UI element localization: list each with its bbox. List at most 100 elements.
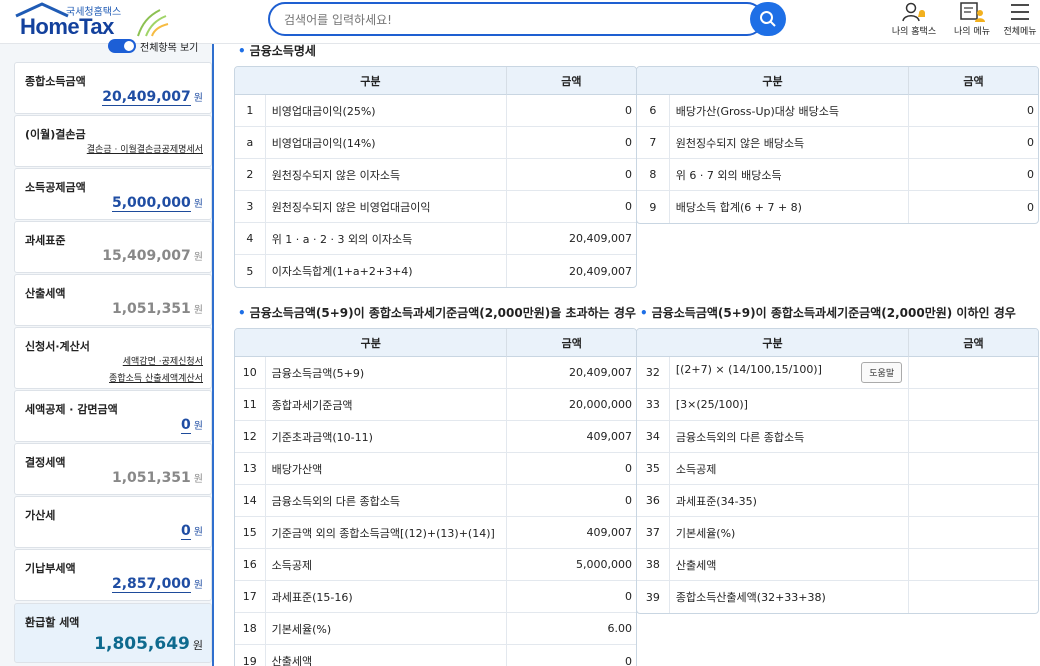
row-no: 14 [235,485,266,517]
card-title: (이월)결손금 [25,128,86,141]
help-button[interactable]: 도움말 [861,361,903,383]
row-no: 18 [235,613,266,645]
table-row: 11 종합과세기준금액 20,000,000 [235,389,636,421]
row-amount: 0 [506,95,636,127]
top-header: 국세청홈택스 HomeTax 나의 홈택스 [0,0,1040,44]
row-label: [3×(25/100)] [669,389,910,421]
row-no: 1 [235,95,266,127]
search-input[interactable] [284,11,724,29]
all-menu-button[interactable]: 전체메뉴 [994,0,1040,40]
row-no: 16 [235,549,266,581]
row-label: 원천징수되지 않은 이자소득 [265,159,507,191]
card-title: 소득공제금액 [25,181,86,194]
card-title: 신청서·계산서 [25,340,90,353]
row-no: 38 [637,549,670,581]
search-box [268,2,764,36]
row-no: 15 [235,517,266,549]
row-label: 소득공제 [669,453,910,485]
row-amount [909,453,1038,485]
table-row: 2 원천징수되지 않은 이자소득 0 [235,159,636,191]
row-amount: 6.00 [507,613,636,645]
all-menu-label: 전체메뉴 [1003,27,1037,37]
row-amount: 0 [506,159,636,191]
row-label: 원천징수되지 않은 비영업대금이익 [265,191,507,223]
card-value[interactable]: 20,409,007 원 [102,89,203,106]
loss-statement-link[interactable]: 결손금 · 이월결손금공제명세서 [87,142,203,155]
row-label: 비영업대금이익(25%) [265,95,507,127]
card-value[interactable]: 2,857,000 원 [111,576,203,593]
my-hometax-label: 나의 홈택스 [891,27,937,37]
row-amount: 409,007 [507,517,636,549]
row-no: 32 [637,357,670,389]
view-all-toggle-row: 전체항목 보기 [108,39,198,54]
table-row: 18 기본세율(%) 6.00 [235,613,636,645]
row-amount [909,517,1038,549]
row-label: 금융소득금액(5+9) [265,357,508,389]
row-amount: 0 [1027,200,1034,214]
row-amount: 0 [625,654,632,666]
financial-income-table-left: 구분 금액 1 비영업대금이익(25%) 0 a 비영업대금이익(14%) 0 2 원천징… [234,66,637,288]
search-button[interactable] [750,2,786,36]
row-label: 종합소득산출세액(32+33+38) [670,581,910,613]
row-label: 위 1 · a · 2 · 3 외의 이자소득 [265,223,507,255]
view-all-toggle[interactable] [108,39,136,53]
table-row: 34 금융소득외의 다른 종합소득 [637,421,1038,453]
table-row: 8위 6 · 7 외의 배당소득 0 [637,159,1038,191]
summary-card-tax-base: 과세표준 15,409,007 원 [14,221,212,273]
summary-card-prepaid-tax[interactable]: 기납부세액 2,857,000 원 [14,549,212,601]
summary-card-income[interactable]: 종합소득금액 20,409,007 원 [14,62,212,114]
col-header-amount: 금액 [507,329,636,357]
row-no: 13 [235,453,266,485]
row-no: 17 [235,581,266,613]
col-header-amount: 금액 [506,67,636,95]
table-row: 6 배당가산(Gross-Up)대상 배당소득 0 [637,95,1038,127]
card-value: 1,051,351 원 [111,301,203,317]
row-label: 배당가산액 [265,453,508,485]
section-title-exceeds-threshold: 금융소득금액(5+9)이 종합소득과세기준금액(2,000만원)을 초과하는 경… [238,304,636,321]
row-amount [909,581,1038,613]
card-value[interactable]: 0원 [181,417,203,434]
row-amount: 20,409,007 [506,223,636,255]
hometax-logo[interactable]: 국세청홈택스 HomeTax [8,2,169,40]
row-amount: 0 [506,191,636,223]
search-bar [268,2,786,36]
table-row: 14 금융소득외의 다른 종합소득 0 [235,485,636,517]
reduction-credit-application-link[interactable]: 세액감면 ·공제신청서 [123,354,203,367]
row-amount: 20,000,000 [507,389,636,421]
row-label: [(2+7) × (14/100,15/100)] 도움말 [669,357,910,389]
table-row: 12 기준초과금액(10-11) 409,007 [235,421,636,453]
row-amount: 0 [909,127,1038,159]
summary-card-tax-credit[interactable]: 세액공제 · 감면금액 0원 [14,390,212,442]
row-no: 5 [235,255,266,287]
col-header-category: 구분 [637,329,910,357]
row-label: 배당가산(Gross-Up)대상 배당소득 [669,95,910,127]
calculated-tax-statement-link[interactable]: 종합소득 산출세액계산서 [109,371,203,384]
row-label: 금융소득외의 다른 종합소득 [669,421,910,453]
col-header-amount: 금액 [909,329,1038,357]
section-title-below-threshold: 금융소득금액(5+9)이 종합소득과세기준금액(2,000만원) 이하인 경우 [640,304,1016,321]
card-value[interactable]: 5,000,000 원 [111,195,203,212]
card-value: 15,409,007 원 [102,248,203,264]
table-row: 3 원천징수되지 않은 비영업대금이익 0 [235,191,636,223]
my-hometax-button[interactable]: 나의 홈택스 [886,0,942,40]
row-no: 11 [235,389,266,421]
summary-card-deduction[interactable]: 소득공제금액 5,000,000 원 [14,168,212,220]
table-row: 16 소득공제 5,000,000 [235,549,636,581]
row-no: 36 [637,485,670,517]
card-title: 세액공제 · 감면금액 [25,403,118,416]
row-no: 8 [637,159,670,191]
table-row: 5 이자소득합계(1+a+2+3+4) 20,409,007 [235,255,636,287]
summary-card-penalty[interactable]: 가산세 0원 [14,496,212,548]
table-row: 36 과세표준(34-35) [637,485,1038,517]
row-amount: 0 [506,127,636,159]
search-icon [760,11,776,27]
my-menu-button[interactable]: 나의 메뉴 [944,0,1000,40]
card-value[interactable]: 0원 [181,523,203,540]
card-title: 결정세액 [25,456,66,469]
row-no: 6 [637,95,670,127]
summary-card-determined-tax: 결정세액 1,051,351 원 [14,443,212,495]
card-title: 가산세 [25,509,56,522]
col-header-category: 구분 [235,329,508,357]
card-value: 1,805,649 원 [94,634,203,654]
row-amount: 0 [507,581,636,613]
